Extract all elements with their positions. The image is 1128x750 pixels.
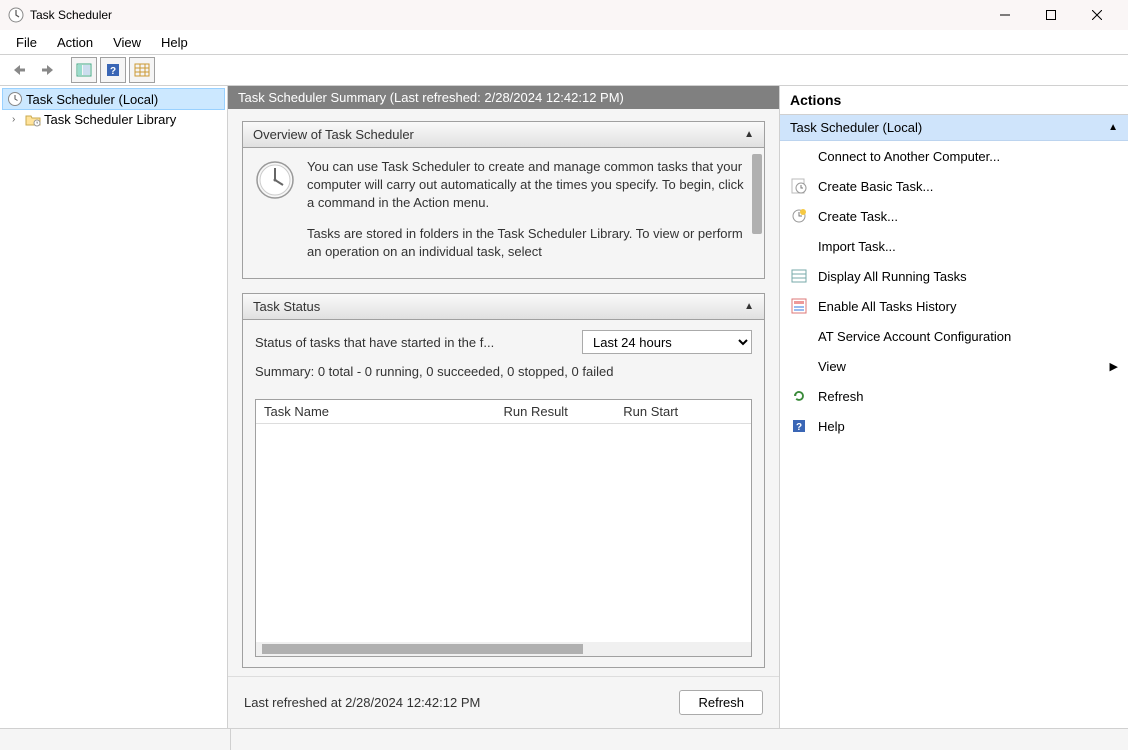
- toolbar: ?: [0, 55, 1128, 85]
- menu-file[interactable]: File: [6, 33, 47, 52]
- status-summary: Summary: 0 total - 0 running, 0 succeede…: [255, 364, 752, 379]
- menubar: File Action View Help: [0, 30, 1128, 54]
- actions-subtitle[interactable]: Task Scheduler (Local) ▲: [780, 115, 1128, 141]
- close-button[interactable]: [1074, 0, 1120, 30]
- tree-library-label: Task Scheduler Library: [44, 112, 176, 127]
- action-refresh[interactable]: Refresh: [780, 381, 1128, 411]
- chevron-right-icon[interactable]: ›: [12, 114, 22, 125]
- action-enable-history[interactable]: Enable All Tasks History: [780, 291, 1128, 321]
- overview-header[interactable]: Overview of Task Scheduler ▲: [243, 122, 764, 148]
- maximize-button[interactable]: [1028, 0, 1074, 30]
- help-icon: ?: [790, 417, 808, 435]
- action-label: Refresh: [818, 389, 864, 404]
- actions-list: Connect to Another Computer... Create Ba…: [780, 141, 1128, 441]
- action-connect-another-computer[interactable]: Connect to Another Computer...: [780, 141, 1128, 171]
- clock-big-icon: [255, 160, 295, 200]
- caret-up-icon: ▲: [1108, 122, 1118, 133]
- toolbar-help-icon[interactable]: ?: [100, 57, 126, 83]
- action-import-task[interactable]: Import Task...: [780, 231, 1128, 261]
- window-title: Task Scheduler: [30, 8, 112, 22]
- minimize-button[interactable]: [982, 0, 1028, 30]
- overview-scrollbar[interactable]: [752, 154, 762, 234]
- overview-title: Overview of Task Scheduler: [253, 127, 414, 142]
- menu-help[interactable]: Help: [151, 33, 198, 52]
- overview-p1: You can use Task Scheduler to create and…: [307, 158, 752, 213]
- list-icon: [790, 267, 808, 285]
- statusbar: [0, 728, 1128, 750]
- refresh-button[interactable]: Refresh: [679, 690, 763, 715]
- action-label: AT Service Account Configuration: [818, 329, 1011, 344]
- actions-subtitle-label: Task Scheduler (Local): [790, 120, 922, 135]
- tree-root[interactable]: Task Scheduler (Local): [2, 88, 225, 110]
- history-icon: [790, 297, 808, 315]
- blank-icon: [790, 147, 808, 165]
- center-footer: Last refreshed at 2/28/2024 12:42:12 PM …: [228, 676, 779, 728]
- blank-icon: [790, 357, 808, 375]
- caret-up-icon: ▲: [744, 301, 754, 312]
- action-label: Create Task...: [818, 209, 898, 224]
- tree-library[interactable]: › Task Scheduler Library: [2, 110, 225, 129]
- action-view[interactable]: View ▶: [780, 351, 1128, 381]
- status-label: Status of tasks that have started in the…: [255, 335, 572, 350]
- nav-forward-button[interactable]: [35, 57, 61, 83]
- overview-p2: Tasks are stored in folders in the Task …: [307, 225, 752, 261]
- action-label: Connect to Another Computer...: [818, 149, 1000, 164]
- status-card: Task Status ▲ Status of tasks that have …: [242, 293, 765, 668]
- blank-icon: [790, 237, 808, 255]
- status-header[interactable]: Task Status ▲: [243, 294, 764, 320]
- svg-text:?: ?: [110, 66, 116, 77]
- action-at-service[interactable]: AT Service Account Configuration: [780, 321, 1128, 351]
- center-panel: Task Scheduler Summary (Last refreshed: …: [228, 86, 780, 728]
- overview-card: Overview of Task Scheduler ▲ You can use…: [242, 121, 765, 279]
- action-label: Help: [818, 419, 845, 434]
- folder-icon: [25, 113, 41, 127]
- status-range-select[interactable]: Last 24 hours: [582, 330, 752, 354]
- action-label: View: [818, 359, 846, 374]
- caret-up-icon: ▲: [744, 129, 754, 140]
- last-refreshed-text: Last refreshed at 2/28/2024 12:42:12 PM: [244, 695, 480, 710]
- tree-panel: Task Scheduler (Local) › Task Scheduler …: [0, 86, 228, 728]
- toolbar-spreadsheet-icon[interactable]: [129, 57, 155, 83]
- menu-action[interactable]: Action: [47, 33, 103, 52]
- action-create-basic-task[interactable]: Create Basic Task...: [780, 171, 1128, 201]
- actions-title: Actions: [780, 86, 1128, 115]
- titlebar: Task Scheduler: [0, 0, 1128, 30]
- toolbar-panes-icon[interactable]: [71, 57, 97, 83]
- tree-root-label: Task Scheduler (Local): [26, 92, 158, 107]
- clock-icon: [7, 91, 23, 107]
- menu-view[interactable]: View: [103, 33, 151, 52]
- col-task-name[interactable]: Task Name: [264, 404, 504, 419]
- clock-file-icon: [790, 177, 808, 195]
- nav-back-button[interactable]: [6, 57, 32, 83]
- table-hscroll[interactable]: [256, 642, 751, 656]
- action-label: Enable All Tasks History: [818, 299, 957, 314]
- center-header: Task Scheduler Summary (Last refreshed: …: [228, 86, 779, 109]
- col-run-result[interactable]: Run Result: [504, 404, 624, 419]
- clock-new-icon: [790, 207, 808, 225]
- action-help[interactable]: ? Help: [780, 411, 1128, 441]
- action-label: Import Task...: [818, 239, 896, 254]
- action-create-task[interactable]: Create Task...: [780, 201, 1128, 231]
- col-run-start[interactable]: Run Start: [623, 404, 743, 419]
- action-label: Display All Running Tasks: [818, 269, 967, 284]
- status-title: Task Status: [253, 299, 320, 314]
- refresh-icon: [790, 387, 808, 405]
- action-display-running[interactable]: Display All Running Tasks: [780, 261, 1128, 291]
- app-clock-icon: [8, 7, 24, 23]
- chevron-right-icon: ▶: [1110, 360, 1118, 373]
- actions-panel: Actions Task Scheduler (Local) ▲ Connect…: [780, 86, 1128, 728]
- blank-icon: [790, 327, 808, 345]
- status-table: Task Name Run Result Run Start: [255, 399, 752, 657]
- action-label: Create Basic Task...: [818, 179, 933, 194]
- svg-text:?: ?: [796, 422, 802, 433]
